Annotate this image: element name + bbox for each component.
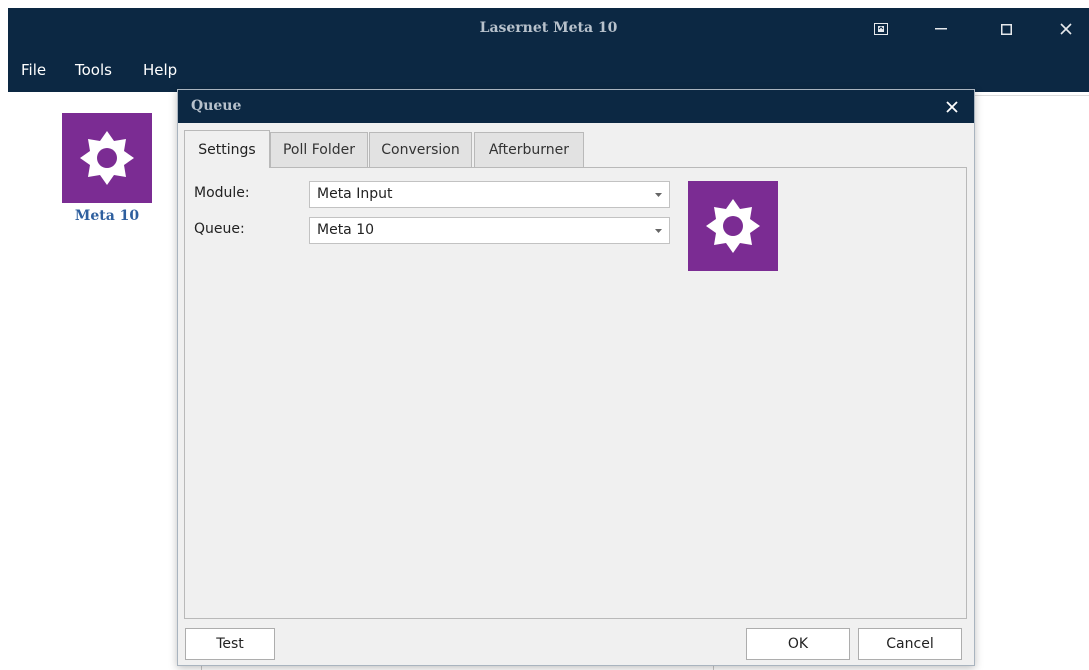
- dialog-titlebar: Queue: [178, 90, 974, 123]
- close-icon: [946, 100, 958, 113]
- queue-dialog: Queue Settings Poll Folder Conversion Af…: [177, 89, 975, 666]
- close-dialog-button[interactable]: [930, 90, 974, 123]
- cancel-button[interactable]: Cancel: [858, 628, 962, 660]
- close-icon: [1060, 23, 1072, 35]
- tab-poll-folder[interactable]: Poll Folder: [270, 132, 368, 167]
- layout-icon: [874, 23, 888, 35]
- menu-help[interactable]: Help: [143, 61, 177, 79]
- minimize-button[interactable]: [918, 8, 964, 50]
- divider: [713, 666, 714, 670]
- settings-panel: Module: Meta Input Queue: Meta 10: [184, 167, 967, 619]
- chevron-down-icon: [655, 229, 662, 233]
- panel-divider: [975, 95, 1089, 96]
- module-tile-meta10[interactable]: [62, 113, 152, 203]
- test-button[interactable]: Test: [185, 628, 275, 660]
- module-tile-label[interactable]: Meta 10: [62, 208, 152, 224]
- tab-afterburner[interactable]: Afterburner: [474, 132, 584, 167]
- maximize-button[interactable]: [983, 8, 1029, 50]
- menu-tools[interactable]: Tools: [75, 61, 112, 79]
- menu-bar: File Tools Help: [8, 50, 1089, 92]
- restore-layout-button[interactable]: [858, 8, 904, 50]
- divider: [201, 666, 202, 670]
- gear-icon: [80, 131, 134, 185]
- module-icon-tile: [688, 181, 778, 271]
- module-select[interactable]: Meta Input: [309, 181, 670, 208]
- dialog-title: Queue: [191, 98, 242, 114]
- ok-button[interactable]: OK: [746, 628, 850, 660]
- menu-file[interactable]: File: [21, 61, 46, 79]
- minimize-icon: [935, 28, 947, 30]
- queue-label: Queue:: [194, 221, 245, 237]
- maximize-icon: [1000, 23, 1012, 35]
- gear-icon: [706, 199, 760, 253]
- tab-settings[interactable]: Settings: [184, 130, 270, 168]
- close-app-button[interactable]: [1043, 8, 1089, 50]
- module-label: Module:: [194, 185, 250, 201]
- queue-select-value: Meta 10: [317, 222, 375, 238]
- module-select-value: Meta Input: [317, 186, 393, 202]
- app-titlebar: Lasernet Meta 10: [8, 8, 1089, 50]
- queue-select[interactable]: Meta 10: [309, 217, 670, 244]
- chevron-down-icon: [655, 193, 662, 197]
- tab-conversion[interactable]: Conversion: [369, 132, 472, 167]
